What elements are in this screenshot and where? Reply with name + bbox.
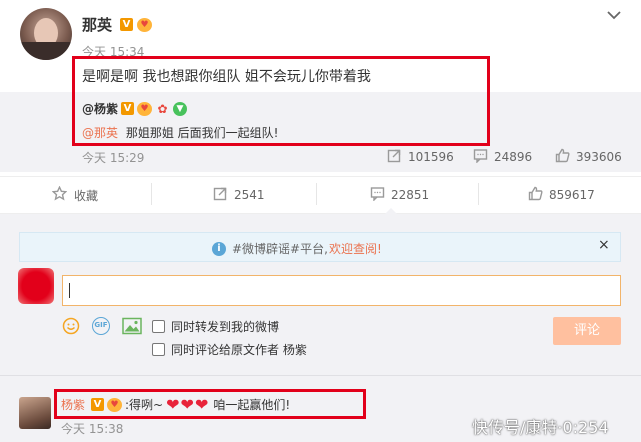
info-icon: i <box>212 241 226 256</box>
repost-checkbox[interactable] <box>152 320 165 333</box>
notice-link[interactable]: 欢迎查阅! <box>329 240 382 257</box>
comment-author-checkbox[interactable] <box>152 343 165 356</box>
quoted-time[interactable]: 今天 15:29 <box>82 149 144 166</box>
favorite-label: 收藏 <box>74 188 99 203</box>
like-count: 859617 <box>549 188 595 202</box>
notice-text: #微博辟谣#平台, <box>232 242 328 256</box>
highlight-box <box>54 389 366 419</box>
comment-input[interactable] <box>62 275 621 306</box>
comment-author-option-label: 同时评论给原文作者 杨紫 <box>171 343 307 357</box>
like-button[interactable]: 859617 <box>528 186 595 204</box>
comment-icon <box>370 186 385 204</box>
quoted-repost-count[interactable]: 101596 <box>408 150 454 164</box>
star-icon <box>51 185 68 204</box>
submit-comment-button[interactable]: 评论 <box>553 317 621 345</box>
comment-count: 22851 <box>391 188 430 202</box>
image-icon[interactable] <box>122 317 142 338</box>
post-menu-chevron-icon[interactable] <box>605 8 623 22</box>
repost-icon <box>213 186 228 204</box>
favorite-button[interactable]: 收藏 <box>51 185 99 204</box>
repost-count: 2541 <box>234 188 265 202</box>
repost-icon[interactable] <box>387 148 402 166</box>
comment-button[interactable]: 22851 <box>370 186 429 204</box>
watermark: 快传号/康特·0:254 <box>472 418 609 437</box>
quoted-like-count[interactable]: 393606 <box>576 150 622 164</box>
reply-avatar[interactable] <box>19 397 51 429</box>
reply-time: 今天 15:38 <box>61 422 124 436</box>
like-icon <box>528 186 543 204</box>
emoji-icon[interactable] <box>62 317 80 338</box>
input-caret <box>69 283 70 298</box>
fan-badge-icon: ♥ <box>137 17 153 32</box>
notice-close-icon[interactable]: × <box>598 237 610 253</box>
post-author-name[interactable]: 那英 <box>82 14 112 35</box>
highlight-box <box>72 56 490 146</box>
quoted-comment-count[interactable]: 24896 <box>494 150 532 164</box>
verified-v-icon: V <box>120 18 134 31</box>
gif-icon[interactable]: GIF <box>92 317 110 335</box>
repost-button[interactable]: 2541 <box>213 186 265 204</box>
author-avatar[interactable] <box>20 8 72 60</box>
my-avatar[interactable] <box>18 268 54 304</box>
like-icon[interactable] <box>555 148 570 166</box>
comment-icon[interactable] <box>473 148 488 166</box>
repost-option-label: 同时转发到我的微博 <box>171 320 280 334</box>
